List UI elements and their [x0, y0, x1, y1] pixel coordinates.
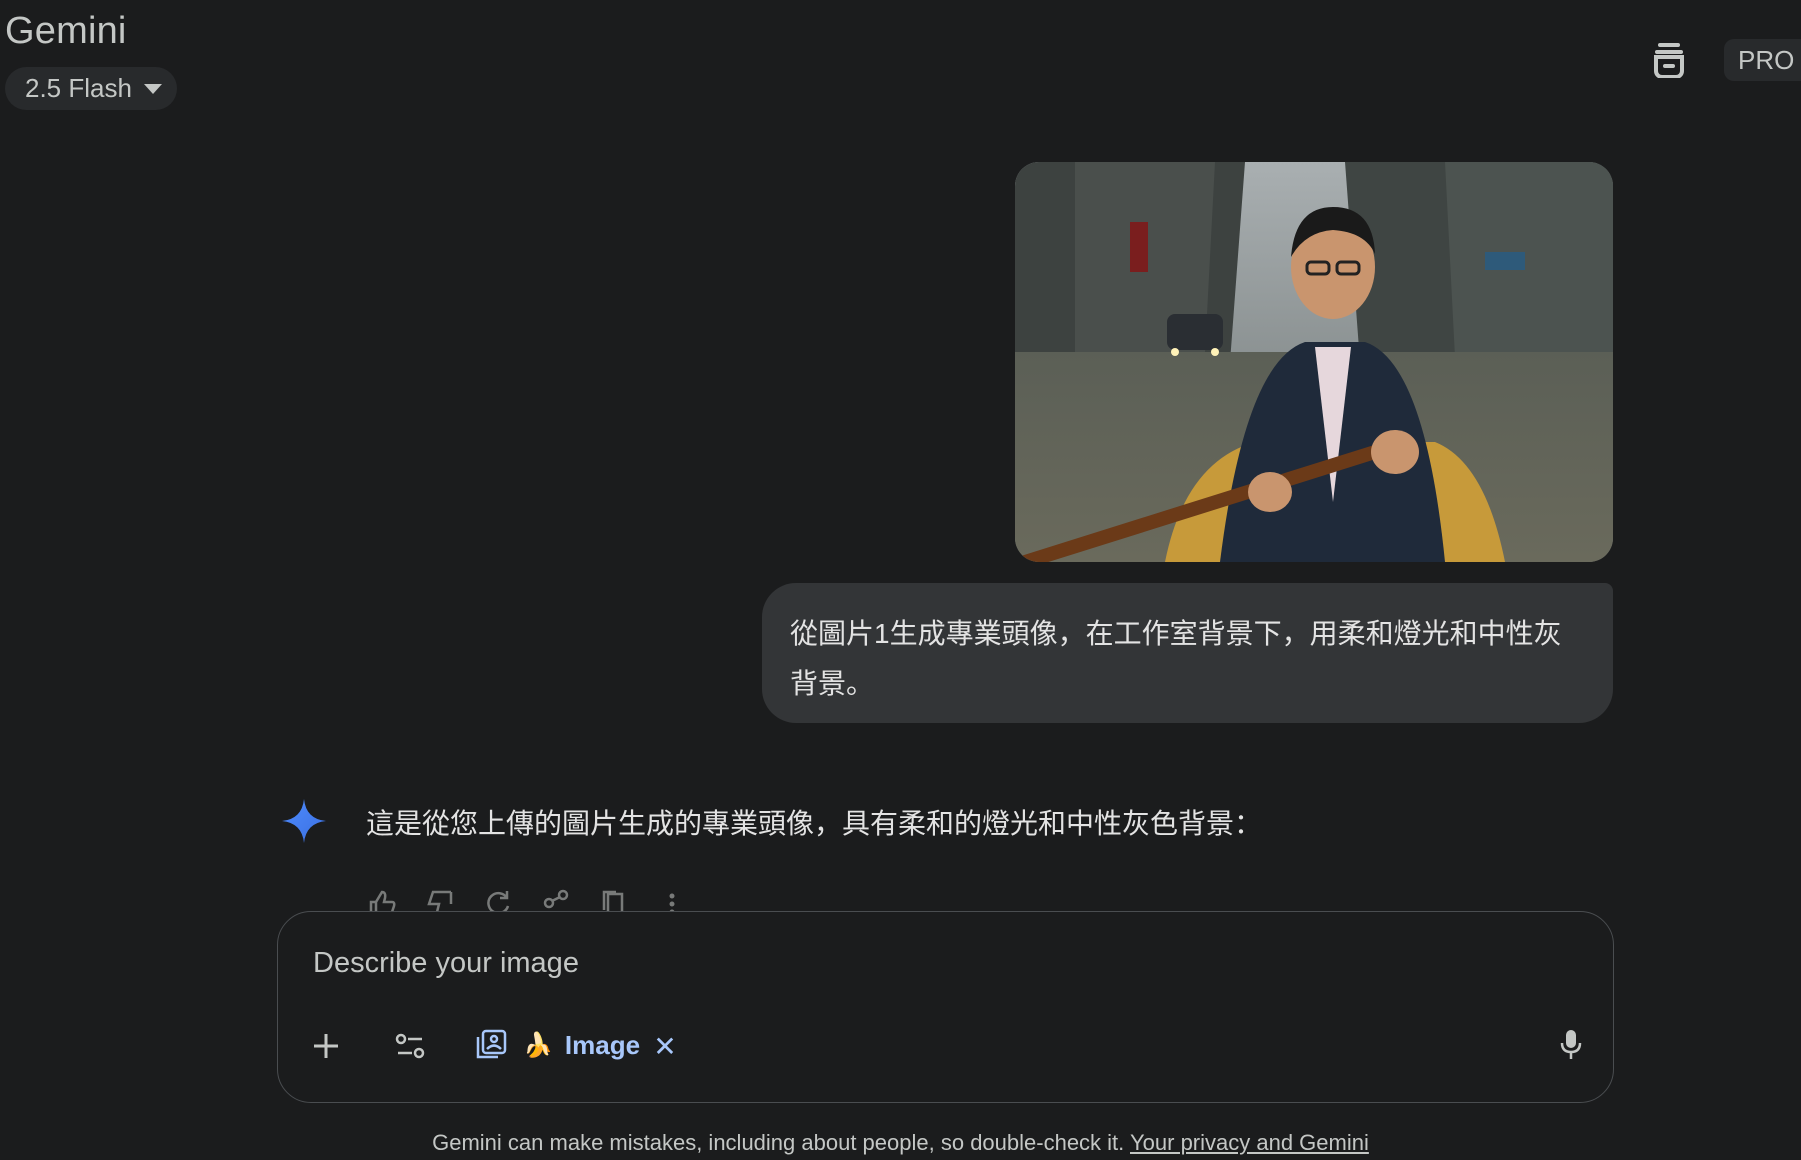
add-attachment-button[interactable] — [308, 1028, 344, 1064]
prompt-input[interactable] — [311, 942, 1515, 984]
app-title: Gemini — [5, 10, 127, 52]
pro-badge[interactable]: PRO — [1724, 39, 1801, 81]
tools-button[interactable] — [392, 1028, 428, 1064]
regenerate-button[interactable] — [482, 888, 514, 912]
remove-image-mode-button[interactable]: ✕ — [648, 1028, 682, 1064]
temporary-chat-icon — [1654, 43, 1684, 78]
thumbs-down-icon — [427, 890, 453, 912]
prompt-composer: 🍌 Image ✕ — [277, 911, 1614, 1103]
image-gallery-icon — [476, 1029, 507, 1059]
more-vert-icon — [669, 893, 675, 912]
image-mode-chip[interactable]: 🍌 Image — [475, 1024, 640, 1066]
gemini-spark-icon — [282, 799, 326, 843]
response-actions — [366, 888, 688, 912]
model-picker[interactable]: 2.5 Flash — [5, 67, 177, 110]
chevron-down-icon — [143, 83, 162, 94]
copy-icon — [602, 890, 624, 912]
uploaded-photo — [1015, 162, 1613, 562]
share-button[interactable] — [540, 888, 572, 912]
refresh-icon — [487, 891, 510, 912]
banana-emoji: 🍌 — [523, 1031, 553, 1059]
image-chip-label: Image — [564, 1029, 641, 1060]
model-response-text: 這是從您上傳的圖片生成的專業頭像，具有柔和的燈光和中性灰色背景： — [366, 808, 1263, 839]
disclaimer-text: Gemini can make mistakes, including abou… — [432, 1130, 1125, 1155]
thumbs-up-icon — [369, 890, 396, 912]
model-picker-label: 2.5 Flash — [25, 73, 132, 103]
more-options-button[interactable] — [656, 888, 688, 912]
thumbs-down-button[interactable] — [424, 888, 456, 912]
copy-button[interactable] — [598, 888, 630, 912]
disclaimer: Gemini can make mistakes, including abou… — [0, 1130, 1801, 1156]
uploaded-image[interactable] — [1015, 162, 1613, 562]
microphone-button[interactable] — [1551, 1025, 1591, 1065]
temporary-chat-button[interactable] — [1647, 38, 1691, 82]
microphone-icon — [1560, 1030, 1582, 1059]
thumbs-up-button[interactable] — [366, 888, 398, 912]
share-icon — [543, 889, 569, 909]
plus-icon — [314, 1034, 338, 1058]
user-message-bubble: 從圖片1生成專業頭像，在工作室背景下，用柔和燈光和中性灰背景。 — [762, 583, 1613, 723]
tools-icon — [395, 1033, 425, 1059]
gemini-app: Gemini 2.5 Flash PRO 從圖片1生成專業頭像，在工作室背景下，… — [0, 0, 1801, 1160]
privacy-link[interactable]: Your privacy and Gemini — [1130, 1130, 1369, 1155]
